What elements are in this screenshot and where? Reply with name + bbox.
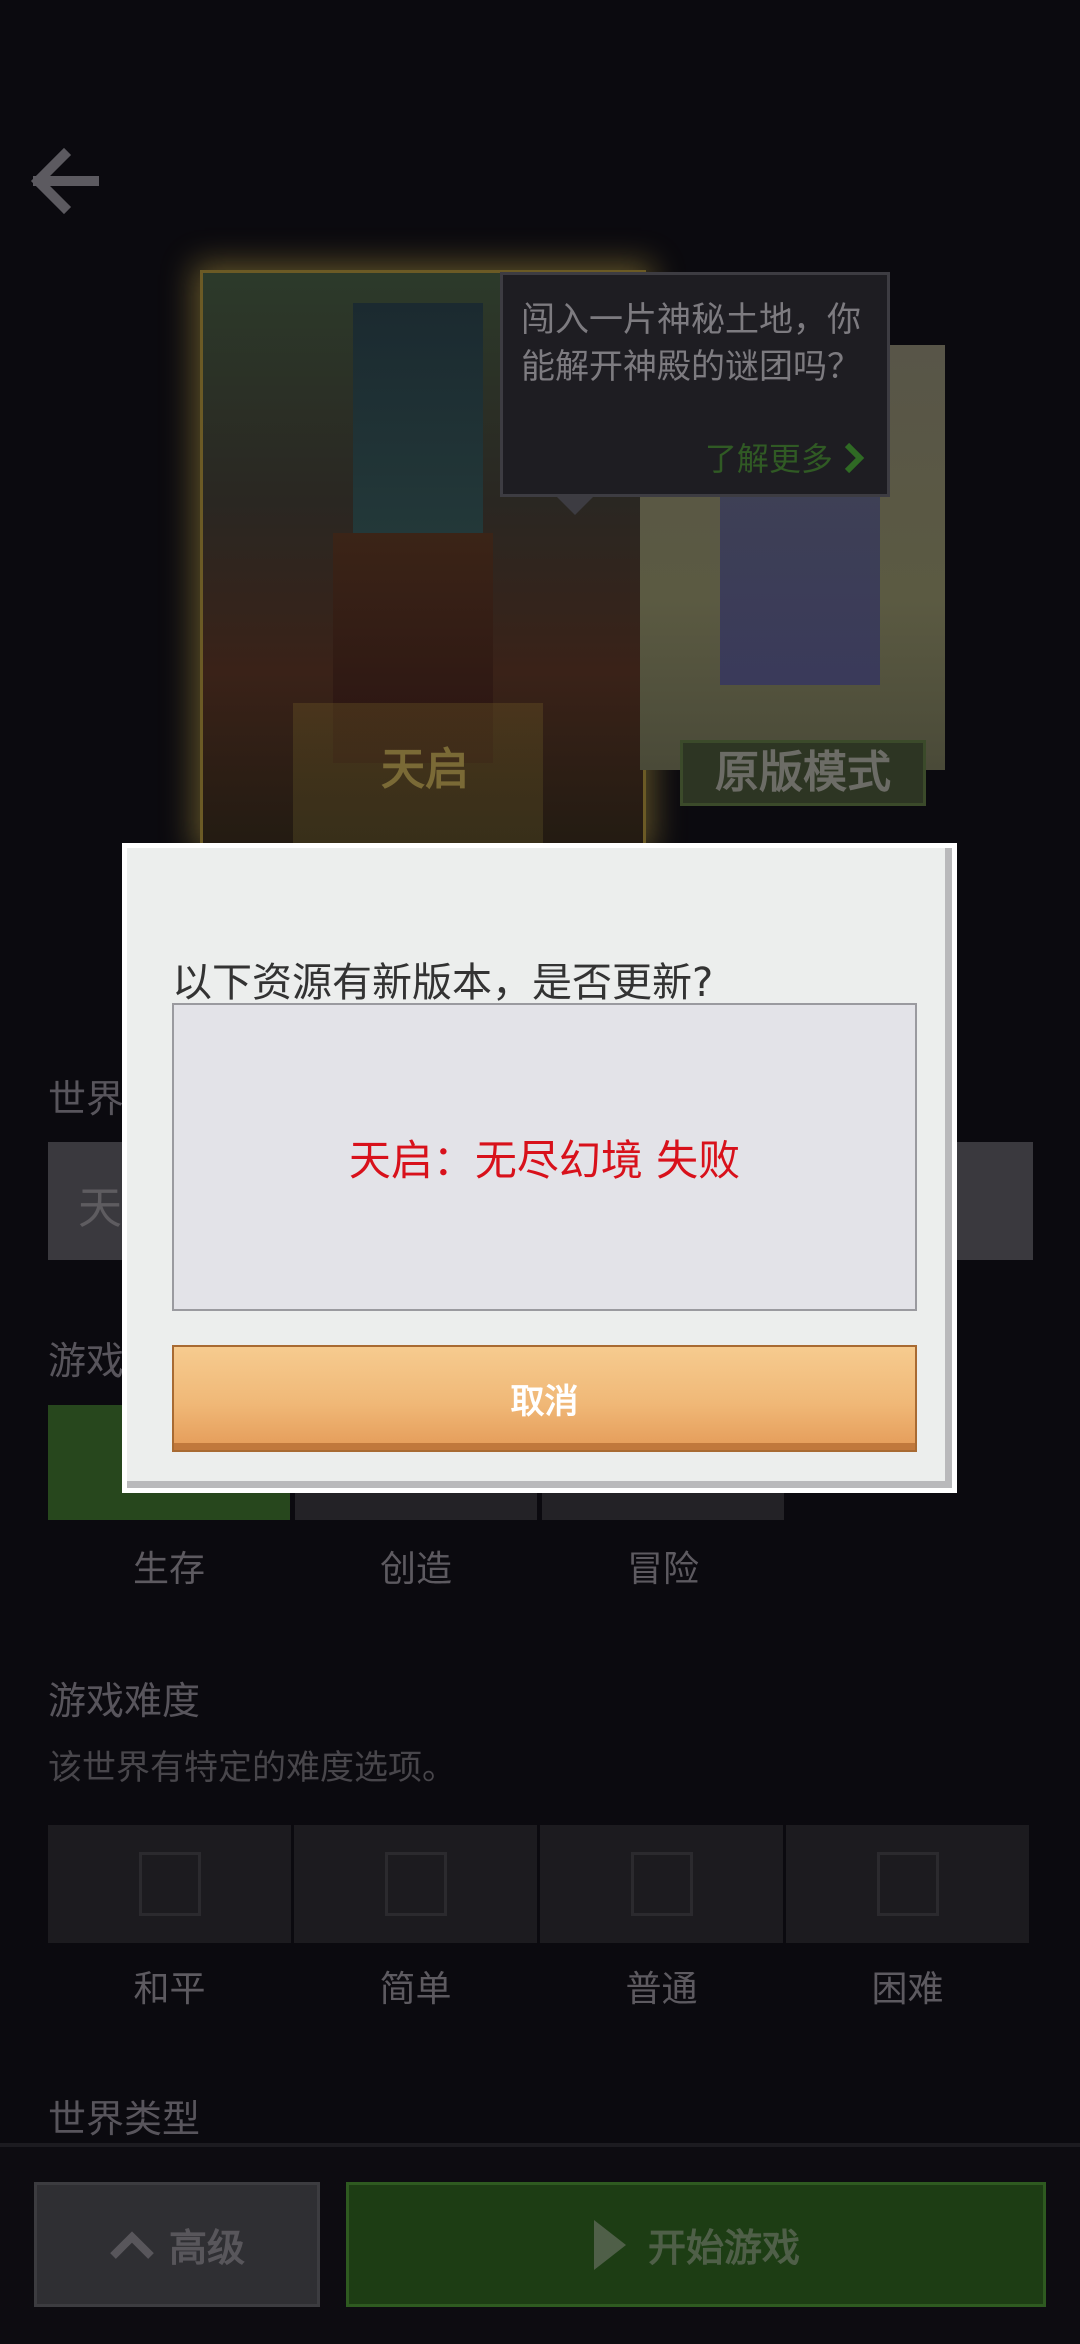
dialog-title: 以下资源有新版本，是否更新? — [172, 960, 714, 1006]
card-art — [353, 303, 483, 563]
tooltip-pointer — [555, 495, 595, 515]
world-type-label: 世界类型 — [48, 2097, 201, 2141]
cancel-button[interactable]: 取消 — [172, 1345, 917, 1452]
difficulty-option-label: 和平 — [133, 1969, 206, 2010]
difficulty-option-label: 普通 — [625, 1969, 698, 2010]
advanced-label: 高级 — [168, 2226, 245, 2270]
mode-card-title: 原版模式 — [680, 740, 926, 806]
game-mode-label: 游戏 — [48, 1339, 125, 1383]
learn-more-label: 了解更多 — [704, 440, 833, 478]
chevron-right-icon — [844, 442, 865, 474]
mode-label: 冒险 — [626, 1549, 699, 1590]
learn-more-link[interactable]: 了解更多 — [705, 434, 865, 480]
difficulty-option-label: 简单 — [379, 1969, 452, 2010]
difficulty-easy-button[interactable] — [294, 1825, 537, 1943]
back-arrow-icon[interactable] — [28, 145, 100, 217]
tooltip-text: 闯入一片神秘土地，你能解开神殿的谜团吗？ — [521, 300, 861, 387]
difficulty-hard-button[interactable] — [786, 1825, 1029, 1943]
difficulty-label: 游戏难度 — [48, 1679, 201, 1723]
play-icon — [593, 2219, 626, 2270]
difficulty-hint: 该世界有特定的难度选项。 — [48, 1748, 456, 1788]
mode-label: 创造 — [379, 1549, 452, 1590]
update-dialog: 以下资源有新版本，是否更新? 天启：无尽幻境 失败 取消 — [122, 843, 957, 1493]
chevron-up-icon — [110, 2230, 154, 2259]
normal-icon — [631, 1852, 693, 1916]
difficulty-option-label: 困难 — [871, 1969, 944, 2010]
start-game-button[interactable]: 开始游戏 — [346, 2182, 1046, 2307]
difficulty-normal-button[interactable] — [540, 1825, 783, 1943]
mode-label: 生存 — [132, 1549, 205, 1590]
world-name-value: 天 — [78, 1183, 122, 1234]
mode-card-title: 天启 — [381, 744, 469, 795]
easy-icon — [385, 1852, 447, 1916]
resource-item: 天启：无尽幻境 失败 — [348, 1135, 741, 1185]
peaceful-icon — [139, 1852, 201, 1916]
start-game-label: 开始游戏 — [647, 2226, 800, 2270]
resource-list: 天启：无尽幻境 失败 — [172, 1003, 917, 1311]
card-art — [720, 485, 880, 685]
hard-icon — [877, 1852, 939, 1916]
world-name-label: 世界 — [48, 1077, 125, 1121]
mode-tooltip: 闯入一片神秘土地，你能解开神殿的谜团吗？ 了解更多 — [500, 272, 890, 497]
difficulty-peaceful-button[interactable] — [48, 1825, 291, 1943]
advanced-button[interactable]: 高级 — [34, 2182, 320, 2307]
